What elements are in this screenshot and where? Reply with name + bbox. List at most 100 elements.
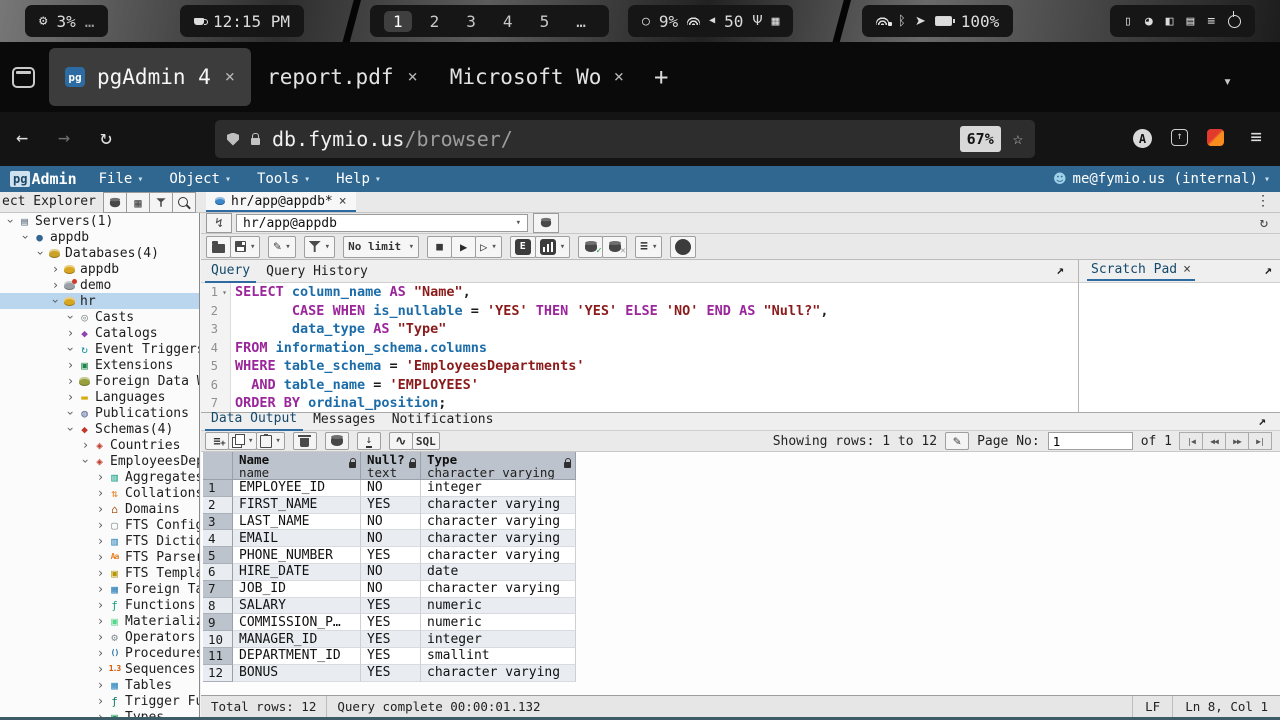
collapse-icon[interactable]: › [65,423,77,436]
tree-item-countries[interactable]: ›◈Countries [0,437,199,453]
row-number[interactable]: 10 [203,631,233,648]
tree-item-aggregates[interactable]: ›▥Aggregates [0,469,199,485]
expand-icon[interactable]: › [64,359,77,371]
explain-button[interactable]: E [510,236,536,258]
edit-button[interactable]: ✎▾ [268,236,295,258]
row-number[interactable]: 3 [203,514,233,531]
forward-icon[interactable]: → [58,125,70,149]
tree-item-fts-templates[interactable]: ›▣FTS Templates [0,565,199,581]
filter-button[interactable]: ▾ [304,236,335,258]
search-objects-button[interactable] [172,192,196,213]
expand-icon[interactable]: ↗ [1258,414,1266,429]
tree-item-languages[interactable]: ›▬Languages [0,389,199,405]
hamburger-menu-icon[interactable]: ≡ [1251,126,1262,148]
tree-item-employeesdepar[interactable]: ›◈EmployeesDepar [0,453,199,469]
cell[interactable]: numeric [421,614,576,631]
tree-item-appdb[interactable]: ›●appdb [0,229,199,245]
tree-item-operators[interactable]: ›⚙Operators [0,629,199,645]
cell[interactable]: character varying [421,665,576,682]
tree-item-fts-parsers[interactable]: ›AaFTS Parsers [0,549,199,565]
connect-server-button[interactable] [103,192,127,213]
cell[interactable]: FIRST_NAME [233,497,361,514]
cell[interactable]: EMPLOYEE_ID [233,480,361,497]
cell[interactable]: NO [361,480,421,497]
explain-analyze-button[interactable]: ▾ [535,236,570,258]
delete-row-button[interactable] [293,432,317,450]
collapse-icon[interactable]: › [5,215,17,228]
tab-scratch-pad[interactable]: Scratch Pad × [1087,262,1195,281]
expand-icon[interactable]: › [94,583,107,595]
close-icon[interactable]: × [405,67,417,87]
url-bar[interactable]: db.fymio.us/browser/ 67% ☆ [215,120,1035,158]
expand-icon[interactable]: ↗ [1264,263,1272,278]
menu-file[interactable]: File▾ [99,171,144,187]
tree-item-appdb[interactable]: ›appdb [0,261,199,277]
eol-indicator[interactable]: LF [1132,696,1172,717]
user-menu[interactable]: ☻ me@fymio.us (internal) ▾ [1053,171,1270,187]
list-tabs-icon[interactable] [12,67,35,88]
cell[interactable]: NO [361,564,421,581]
expand-icon[interactable]: › [49,279,62,291]
row-number[interactable]: 5 [203,547,233,564]
collapse-icon[interactable]: › [80,455,92,468]
tree-item-domains[interactable]: ›⌂Domains [0,501,199,517]
new-connection-button[interactable] [533,213,559,233]
tree-item-catalogs[interactable]: ›◆Catalogs [0,325,199,341]
stop-button[interactable]: ■ [427,236,452,258]
edit-range-button[interactable]: ✎ [945,432,969,450]
query-tool-tab[interactable]: hr/app@appdb* × [206,192,356,212]
column-header-null[interactable]: Null?text [361,452,421,480]
expand-icon[interactable]: › [94,519,107,531]
properties-button[interactable]: ▦ [126,192,150,213]
execute-button[interactable]: ▶ [451,236,476,258]
commit-button[interactable]: ✓ [578,236,603,258]
cell[interactable]: NO [361,514,421,531]
rollback-button[interactable]: ✕ [602,236,627,258]
expand-icon[interactable]: › [64,391,77,403]
zoom-level-badge[interactable]: 67% [960,126,1001,152]
tree-item-sequences[interactable]: ›1.3Sequences [0,661,199,677]
cell[interactable]: EMAIL [233,530,361,547]
expand-icon[interactable]: › [94,503,107,515]
tree-item-foreign-table[interactable]: ›▦Foreign Table [0,581,199,597]
shield-icon[interactable] [227,133,239,146]
cell[interactable]: integer [421,480,576,497]
tree-item-trigger-funct[interactable]: ›ƒTrigger Funct [0,693,199,709]
tree-item-schemas-4[interactable]: ›◆Schemas(4) [0,421,199,437]
close-icon[interactable]: × [1183,262,1191,277]
cell[interactable]: character varying [421,497,576,514]
cell[interactable]: character varying [421,581,576,598]
tree-item-materialized[interactable]: ›▣Materialized [0,613,199,629]
tree-item-foreign-data-wr[interactable]: ›Foreign Data Wr [0,373,199,389]
tree-item-functions[interactable]: ›ƒFunctions [0,597,199,613]
cell[interactable]: integer [421,631,576,648]
chevron-down-icon[interactable]: ▾ [1223,72,1232,90]
expand-icon[interactable]: › [94,663,107,675]
collapse-icon[interactable]: › [35,247,47,260]
cpu-indicator[interactable]: ⚙ 3% … [25,5,108,37]
account-icon[interactable]: A [1133,129,1152,148]
cell[interactable]: YES [361,648,421,665]
cell[interactable]: date [421,564,576,581]
tab-query-history[interactable]: Query History [260,264,374,282]
open-file-button[interactable] [206,236,231,258]
browser-tab[interactable]: Microsoft Wo× [434,48,640,106]
tree-item-fts-configura[interactable]: ›▢FTS Configura [0,517,199,533]
sql-button[interactable]: SQL [412,432,440,450]
expand-icon[interactable]: › [49,263,62,275]
sql-editor[interactable]: 1▾SELECT column_name AS "Name",2 CASE WH… [201,283,1078,412]
browser-logo-icon[interactable] [1207,129,1224,146]
collapse-icon[interactable]: › [65,343,77,356]
cell[interactable]: numeric [421,598,576,615]
url-text[interactable]: db.fymio.us/browser/ [272,127,948,151]
row-number[interactable]: 6 [203,564,233,581]
lock-icon[interactable] [251,138,260,145]
expand-icon[interactable]: › [94,567,107,579]
cell[interactable]: COMMISSION_P… [233,614,361,631]
tab-notifications[interactable]: Notifications [386,412,500,430]
expand-icon[interactable]: › [94,487,107,499]
collapse-icon[interactable]: › [65,311,77,324]
workspace-3[interactable]: 3 [457,11,485,32]
download-button[interactable]: ↓ [357,432,381,450]
reload-icon[interactable]: ↻ [100,125,112,149]
